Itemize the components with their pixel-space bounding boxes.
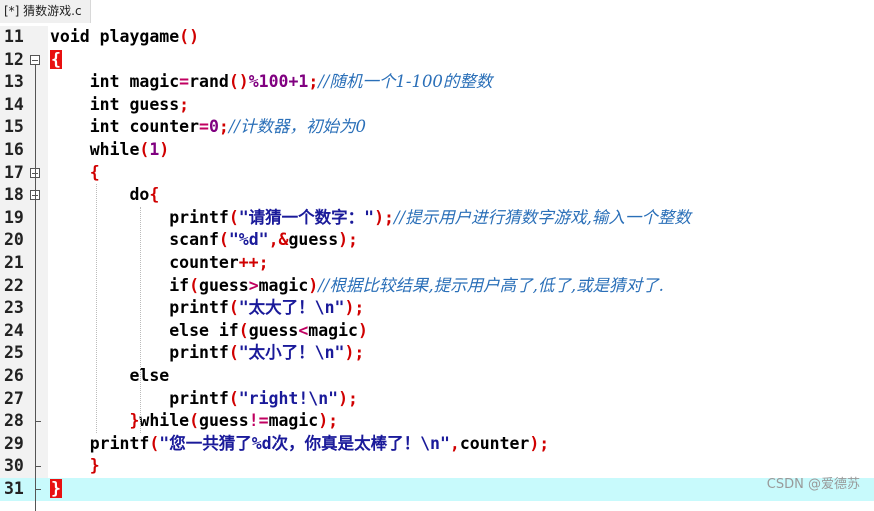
- code-editor[interactable]: 11 void playgame() 12 {13 int magic=rand()%…: [0, 26, 874, 511]
- code-line[interactable]: 18 do{: [0, 184, 874, 207]
- code-text: {: [50, 49, 62, 69]
- line-number: 31: [4, 479, 24, 498]
- code-line[interactable]: 11 void playgame(): [0, 26, 874, 49]
- line-number: 28: [4, 411, 24, 431]
- code-line[interactable]: 12 {: [0, 49, 874, 72]
- code-line[interactable]: 21 counter++;: [0, 252, 874, 275]
- line-number: 18: [4, 185, 24, 205]
- line-number: 14: [4, 94, 24, 114]
- line-number: 21: [4, 253, 24, 272]
- code-line[interactable]: 29 printf("您一共猜了%d次，你真是太棒了！\n",counter);: [0, 433, 874, 456]
- line-number: 26: [4, 366, 24, 385]
- line-number: 11: [4, 27, 24, 46]
- indent-guide: [140, 206, 141, 433]
- code-text: printf("太小了！\n");: [50, 343, 365, 363]
- code-line[interactable]: 25 printf("太小了！\n");: [0, 342, 874, 365]
- line-number: 29: [4, 433, 24, 453]
- code-line[interactable]: 23 printf("太大了！\n");: [0, 297, 874, 320]
- code-text: }while(guess!=magic);: [50, 411, 339, 431]
- line-number: 30: [4, 456, 24, 476]
- code-line[interactable]: 24 else if(guess<magic): [0, 320, 874, 343]
- indent-guide: [96, 184, 97, 433]
- line-number: 16: [4, 140, 24, 159]
- code-line[interactable]: 28 }while(guess!=magic);: [0, 410, 874, 433]
- code-text: printf("太大了！\n");: [50, 298, 365, 318]
- code-line[interactable]: 31}: [0, 478, 874, 501]
- line-number: 17: [4, 162, 24, 182]
- tab-bar: [*] 猜数游戏.c: [0, 0, 874, 24]
- code-text: printf("请猜一个数字：");//提示用户进行猜数字游戏,输入一个整数: [50, 207, 691, 227]
- code-line[interactable]: 22 if(guess>magic)//根据比较结果,提示用户高了,低了,或是猜…: [0, 275, 874, 298]
- fold-end-marker: [35, 466, 41, 468]
- code-text: int guess;: [50, 94, 190, 114]
- code-text: {: [50, 162, 100, 182]
- line-number: 12: [4, 49, 24, 69]
- code-text: printf("您一共猜了%d次，你真是太棒了！\n",counter);: [50, 433, 550, 453]
- fold-end-marker: [35, 489, 41, 490]
- line-number: 25: [4, 343, 24, 363]
- fold-end-marker: [35, 421, 41, 423]
- code-text: do{: [50, 185, 160, 205]
- code-line[interactable]: 16 while(1): [0, 139, 874, 162]
- code-text: counter++;: [50, 253, 269, 272]
- code-line[interactable]: 13 int magic=rand()%100+1;//随机一个1-100的整数: [0, 71, 874, 94]
- code-text: int magic=rand()%100+1;//随机一个1-100的整数: [50, 72, 493, 92]
- code-text: else: [50, 366, 170, 385]
- code-text: void playgame(): [50, 27, 200, 46]
- line-number: 19: [4, 207, 24, 227]
- line-number: 13: [4, 72, 24, 92]
- fold-line: [35, 64, 36, 511]
- code-text: else if(guess<magic): [50, 320, 368, 340]
- watermark: CSDN @爱德苏: [766, 477, 860, 492]
- code-line[interactable]: 19 printf("请猜一个数字：");//提示用户进行猜数字游戏,输入一个整…: [0, 207, 874, 230]
- code-line[interactable]: 15 int counter=0;//计数器，初始为0: [0, 116, 874, 139]
- code-text: if(guess>magic)//根据比较结果,提示用户高了,低了,或是猜对了.: [50, 275, 664, 295]
- code-text: while(1): [50, 140, 170, 159]
- line-number: 24: [4, 320, 24, 340]
- code-text: }: [50, 456, 100, 476]
- code-line[interactable]: 27 printf("right!\n");: [0, 388, 874, 411]
- code-line[interactable]: 14 int guess;: [0, 94, 874, 117]
- code-line[interactable]: 17 {: [0, 162, 874, 185]
- code-text: int counter=0;//计数器，初始为0: [50, 117, 366, 137]
- fold-toggle-icon[interactable]: [30, 54, 40, 65]
- line-number: 22: [4, 275, 24, 295]
- code-line[interactable]: 20 scanf("%d",&guess);: [0, 229, 874, 252]
- code-line[interactable]: 30 }: [0, 455, 874, 478]
- line-number: 20: [4, 230, 24, 250]
- file-tab[interactable]: [*] 猜数游戏.c: [0, 0, 91, 23]
- line-number: 27: [4, 388, 24, 408]
- code-text: }: [50, 479, 62, 498]
- code-line[interactable]: 26 else: [0, 365, 874, 388]
- line-number: 15: [4, 117, 24, 137]
- line-number: 23: [4, 298, 24, 318]
